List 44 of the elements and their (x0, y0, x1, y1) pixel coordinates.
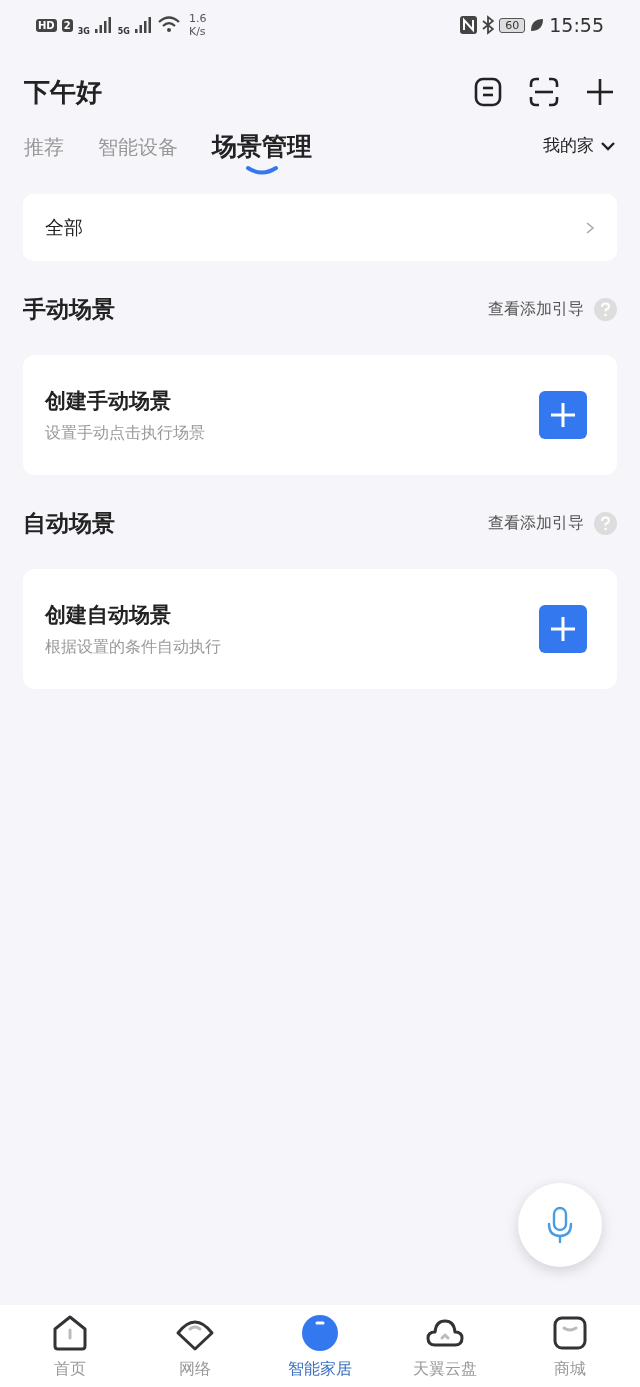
voice-button[interactable] (518, 1183, 602, 1267)
card-title: 创建自动场景 (45, 601, 172, 629)
category-tab[interactable]: 场景管理 (212, 130, 312, 177)
wifi-icon (157, 16, 180, 34)
add-scene-button[interactable] (539, 391, 587, 439)
card-subtitle: 设置手动点击执行场景 (45, 422, 205, 444)
plus-icon (550, 616, 576, 642)
signal-icon (134, 17, 153, 33)
bluetooth-icon (482, 15, 495, 35)
card-title: 创建手动场景 (45, 387, 172, 415)
sim-badge: 2 (61, 18, 73, 32)
speed-value: 1.6 (188, 12, 207, 25)
guide-link[interactable]: 查看添加引导 (488, 511, 617, 535)
add-button[interactable] (584, 76, 616, 108)
signal-icon (94, 17, 113, 33)
plus-icon (550, 402, 576, 428)
help-icon (594, 511, 617, 535)
guide-link[interactable]: 查看添加引导 (488, 297, 617, 321)
section-title: 自动场景 (23, 508, 115, 538)
note-button[interactable] (472, 76, 504, 108)
scene-card[interactable]: 创建自动场景 根据设置的条件自动执行 (23, 569, 617, 689)
help-icon (594, 297, 617, 321)
home-selector[interactable]: 我的家 (543, 134, 616, 157)
network-type: 3G (77, 26, 90, 36)
card-subtitle: 根据设置的条件自动执行 (45, 636, 221, 658)
scan-button[interactable] (528, 76, 560, 108)
speed-unit: K/s (188, 25, 207, 38)
microphone-icon (547, 1206, 573, 1244)
nfc-icon (460, 16, 478, 34)
network-type: 5G (117, 26, 130, 36)
greeting-title: 下午好 (24, 75, 102, 109)
scene-card[interactable]: 创建手动场景 设置手动点击执行场景 (23, 355, 617, 475)
filter-row[interactable]: 全部 (23, 194, 617, 261)
hd-badge: HD (36, 18, 57, 32)
ball-icon (300, 1312, 340, 1353)
leaf-icon (530, 18, 545, 32)
clock-time: 15:55 (549, 14, 604, 36)
add-scene-button[interactable] (539, 605, 587, 653)
nav-tab[interactable]: 智能家居 (265, 1312, 375, 1380)
section-title: 手动场景 (23, 294, 115, 324)
battery-level: 60 (499, 17, 526, 33)
tab-indicator (245, 165, 279, 177)
chevron-down-icon (600, 140, 616, 151)
chevron-right-icon (585, 220, 595, 235)
